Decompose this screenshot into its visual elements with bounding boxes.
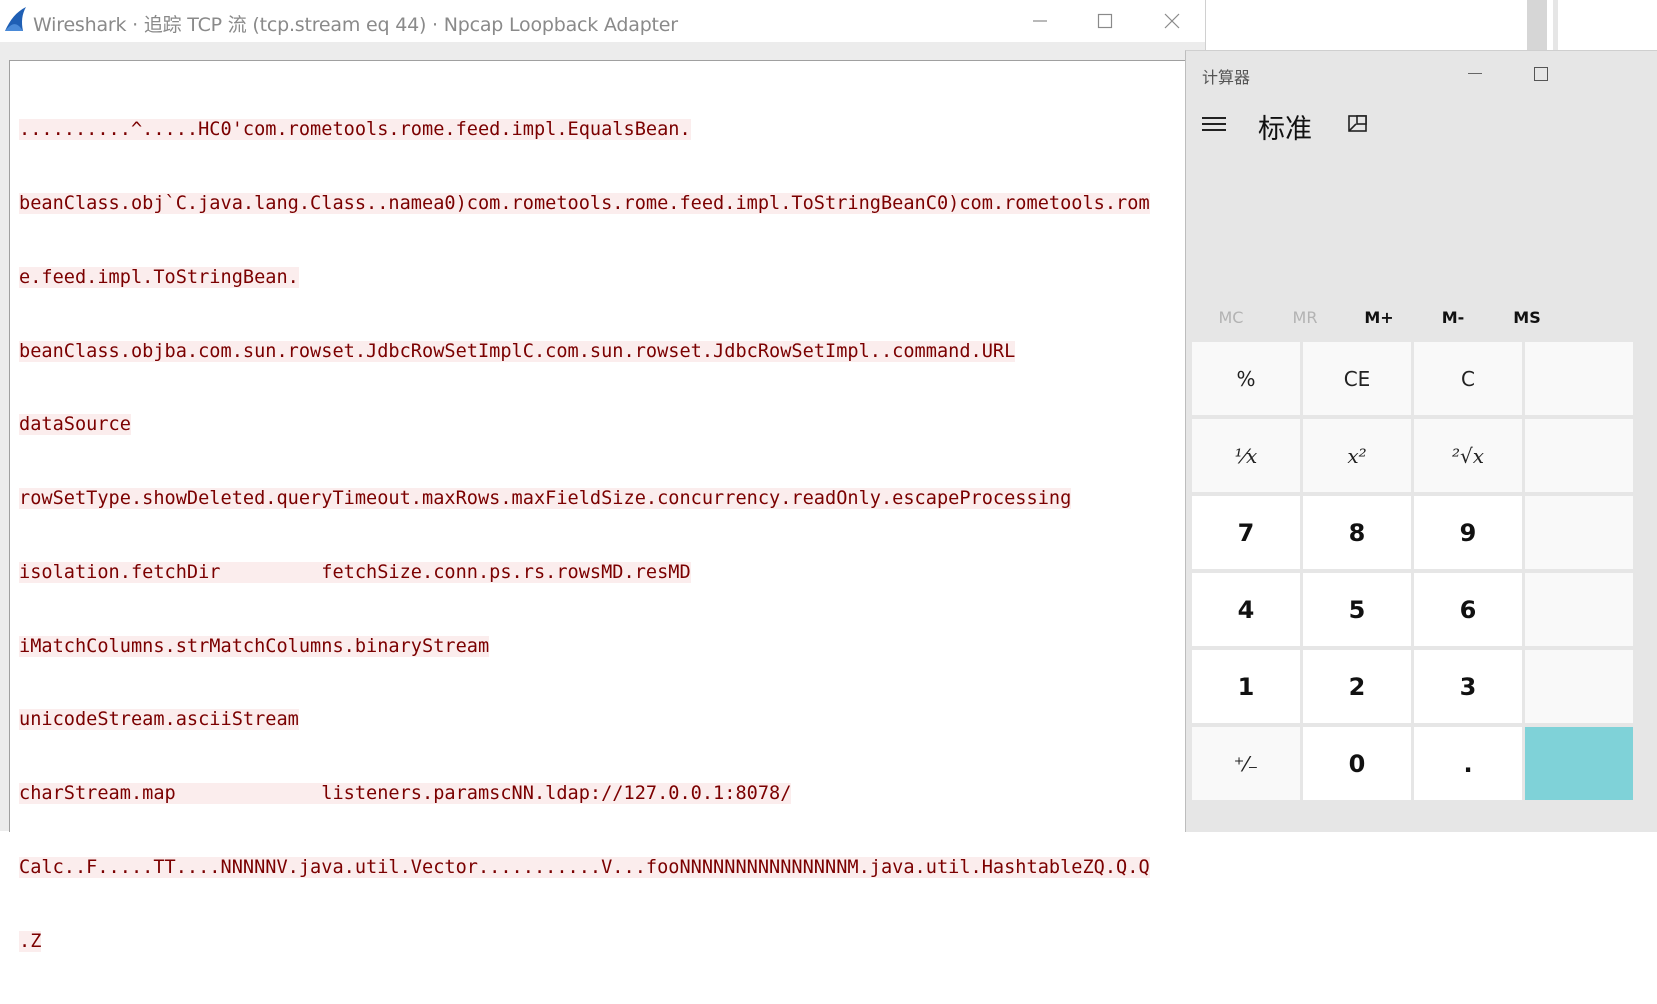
digit-6-button[interactable]: 6 — [1414, 573, 1522, 646]
stream-line: beanClass.objba.com.sun.rowset.JdbcRowSe… — [19, 340, 1016, 362]
stream-line: .Z — [19, 930, 42, 952]
background-window-edge — [1553, 0, 1558, 50]
clear-entry-button[interactable]: CE — [1303, 342, 1411, 415]
digit-2-button[interactable]: 2 — [1303, 650, 1411, 723]
clear-button[interactable]: C — [1414, 342, 1522, 415]
digit-3-button[interactable]: 3 — [1414, 650, 1522, 723]
memory-clear-button: MC — [1218, 308, 1244, 327]
calculator-maximize-button[interactable] — [1534, 67, 1548, 81]
digit-0-button[interactable]: 0 — [1303, 727, 1411, 800]
memory-row: MC MR M+ M- MS — [1190, 303, 1656, 337]
stream-line: Calc..F.....TT....NNNNNV.java.util.Vecto… — [19, 857, 1150, 878]
minimize-icon — [1033, 20, 1047, 22]
hamburger-menu-icon[interactable] — [1202, 117, 1226, 133]
maximize-icon — [1097, 13, 1113, 29]
memory-store-button[interactable]: MS — [1490, 303, 1564, 333]
percent-button[interactable]: % — [1192, 342, 1300, 415]
wireshark-titlebar: Wireshark · 追踪 TCP 流 (tcp.stream eq 44) … — [0, 0, 1205, 42]
backspace-button[interactable] — [1525, 342, 1633, 415]
calculator-title: 计算器 — [1202, 68, 1251, 87]
decimal-button[interactable]: . — [1414, 727, 1522, 800]
divide-button[interactable] — [1525, 419, 1633, 492]
square-root-button[interactable]: ²√x — [1414, 419, 1522, 492]
calculator-minimize-button[interactable] — [1468, 73, 1482, 74]
minimize-button[interactable] — [1018, 6, 1062, 36]
stream-line: isolation.fetchDir fetchSize.conn.ps.rs.… — [19, 561, 691, 583]
stream-line: unicodeStream.asciiStream — [19, 709, 299, 731]
stream-line: rowSetType.showDeleted.queryTimeout.maxR… — [19, 488, 1072, 510]
background-window — [1205, 0, 1657, 50]
stream-line: beanClass.obj`C.java.lang.Class..namea0)… — [19, 192, 1150, 214]
digit-1-button[interactable]: 1 — [1192, 650, 1300, 723]
square-button[interactable]: x² — [1303, 419, 1411, 492]
digit-8-button[interactable]: 8 — [1303, 496, 1411, 569]
keep-on-top-icon[interactable] — [1346, 113, 1370, 135]
maximize-button[interactable] — [1083, 6, 1127, 36]
memory-add-button[interactable]: M+ — [1342, 303, 1416, 333]
digit-4-button[interactable]: 4 — [1192, 573, 1300, 646]
memory-recall-button: MR — [1292, 308, 1318, 327]
digit-9-button[interactable]: 9 — [1414, 496, 1522, 569]
stream-content[interactable]: ..........^.....HC0'com.rometools.rome.f… — [19, 69, 1150, 1004]
negate-button[interactable]: ⁺⁄₋ — [1192, 727, 1300, 800]
stream-line: charStream.map listeners.paramscNN.ldap:… — [19, 783, 792, 805]
close-button[interactable] — [1150, 6, 1194, 36]
wireshark-fin-icon — [5, 7, 26, 31]
reciprocal-button[interactable]: ¹⁄x — [1192, 419, 1300, 492]
stream-line: e.feed.impl.ToStringBean. — [19, 266, 299, 288]
tcp-stream-pane[interactable]: ..........^.....HC0'com.rometools.rome.f… — [9, 60, 1187, 952]
stream-line: dataSource — [19, 414, 131, 436]
stream-line: ..........^.....HC0'com.rometools.rome.f… — [19, 119, 691, 141]
background-scrollbar[interactable] — [1527, 0, 1547, 50]
digit-7-button[interactable]: 7 — [1192, 496, 1300, 569]
multiply-button[interactable] — [1525, 496, 1633, 569]
calculator-window: 计算器 标准 MC MR M+ M- MS % CE C ¹⁄x x² ²√x … — [1185, 50, 1657, 832]
memory-subtract-button[interactable]: M- — [1416, 303, 1490, 333]
stream-line: iMatchColumns.strMatchColumns.binaryStre… — [19, 635, 490, 657]
subtract-button[interactable] — [1525, 573, 1633, 646]
calculator-mode-title: 标准 — [1258, 114, 1312, 145]
close-icon — [1164, 13, 1180, 29]
window-title: Wireshark · 追踪 TCP 流 (tcp.stream eq 44) … — [33, 14, 678, 36]
equals-button[interactable] — [1525, 727, 1633, 800]
digit-5-button[interactable]: 5 — [1303, 573, 1411, 646]
add-button[interactable] — [1525, 650, 1633, 723]
